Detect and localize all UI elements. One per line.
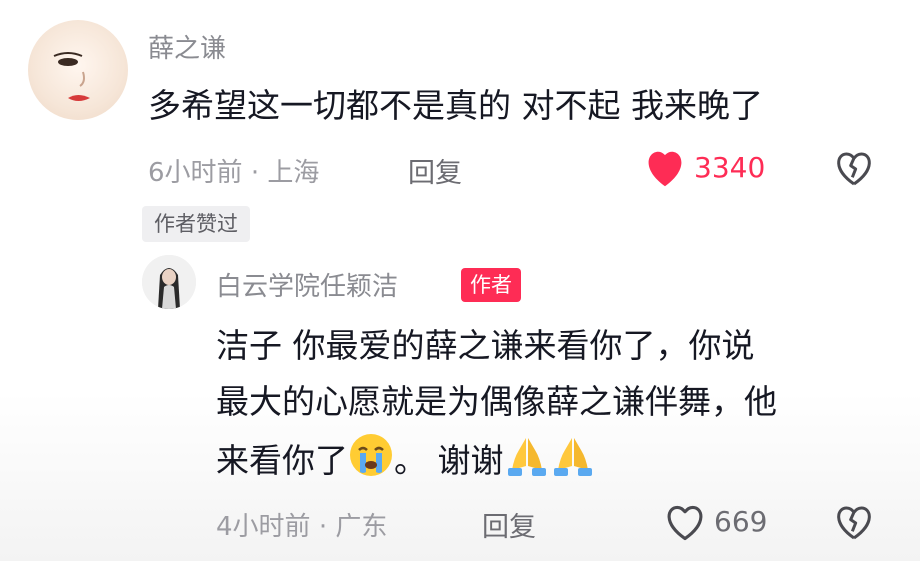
reply-username[interactable]: 白云学院任颖洁 bbox=[216, 266, 398, 303]
praying-hands-emoji bbox=[504, 432, 550, 493]
like-count: 3340 bbox=[694, 151, 766, 184]
reply-meta: 4小时前 · 广东 bbox=[216, 506, 387, 543]
heart-icon bbox=[648, 151, 682, 187]
reply-like-button[interactable] bbox=[664, 504, 706, 546]
reply-location: 广东 bbox=[335, 512, 388, 542]
meta-separator: · bbox=[318, 512, 336, 542]
reply-reply-button[interactable]: 回复 bbox=[482, 505, 536, 544]
meta-separator: · bbox=[250, 158, 268, 188]
reply-like-count: 669 bbox=[714, 505, 768, 538]
reply-avatar[interactable] bbox=[142, 255, 196, 309]
comment-location: 上海 bbox=[267, 158, 320, 188]
dislike-broken-heart-icon bbox=[837, 152, 871, 186]
crying-emoji bbox=[348, 432, 394, 493]
dislike-broken-heart-icon bbox=[837, 506, 871, 540]
comment-time: 6小时前 bbox=[148, 158, 243, 188]
reply-dislike-button[interactable] bbox=[834, 504, 874, 546]
like-button[interactable] bbox=[644, 150, 688, 190]
praying-hands-emoji bbox=[550, 432, 596, 493]
avatar[interactable] bbox=[28, 20, 128, 120]
comment-meta: 6小时前 · 上海 bbox=[148, 152, 319, 189]
dislike-button[interactable] bbox=[834, 150, 874, 192]
author-liked-tag: 作者赞过 bbox=[142, 206, 250, 242]
reply-text-part-b: 。 谢谢 bbox=[394, 441, 504, 480]
reply-text-part-a: 来看你了 bbox=[216, 441, 348, 480]
author-tag: 作者 bbox=[461, 268, 521, 302]
reply-button[interactable]: 回复 bbox=[408, 151, 462, 190]
reply-text-line-1: 洁子 你最爱的薛之谦来看你了，你说 bbox=[216, 326, 755, 365]
reply-text-line-3: 来看你了 。 谢谢 bbox=[216, 432, 596, 493]
comment-text: 多希望这一切都不是真的 对不起 我来晚了 bbox=[148, 86, 763, 125]
reply-time: 4小时前 bbox=[216, 512, 311, 542]
heart-outline-icon bbox=[667, 505, 703, 541]
username[interactable]: 薛之谦 bbox=[148, 28, 226, 65]
reply-text-line-2: 最大的心愿就是为偶像薛之谦伴舞，他 bbox=[216, 382, 777, 421]
